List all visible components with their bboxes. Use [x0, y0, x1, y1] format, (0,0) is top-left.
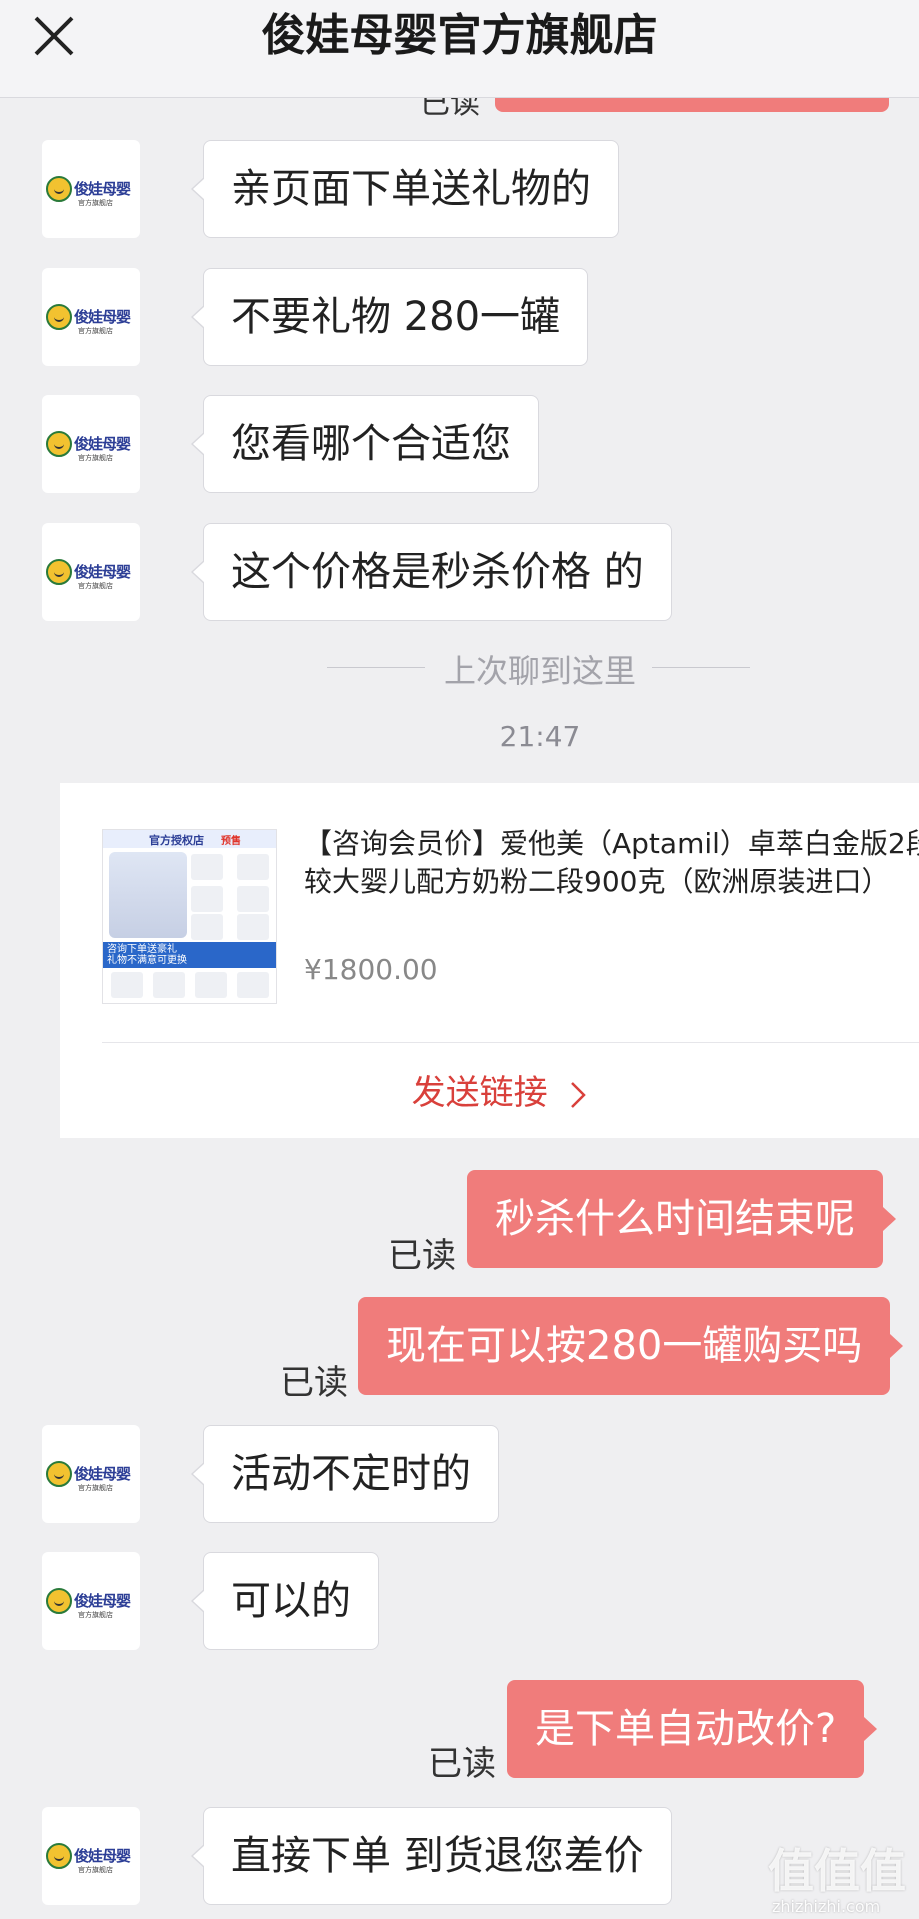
incoming-message[interactable]: 您看哪个合适您: [191, 395, 539, 493]
timestamp: 21:47: [499, 720, 581, 753]
shop-avatar[interactable]: 俊娃母婴 官方旗舰店: [42, 268, 140, 366]
shop-avatar[interactable]: 俊娃母婴 官方旗舰店: [42, 140, 140, 238]
shop-avatar[interactable]: 俊娃母婴 官方旗舰店: [42, 395, 140, 493]
incoming-message[interactable]: 这个价格是秒杀价格 的: [191, 523, 672, 621]
card-divider: [102, 1042, 919, 1043]
product-title[interactable]: 【咨询会员价】爱他美（Aptamil）卓萃白金版2段 较大婴儿配方奶粉二段900…: [304, 825, 919, 901]
shop-logo-icon: [46, 1843, 72, 1869]
send-link-button[interactable]: 发送链接: [60, 1065, 919, 1114]
shop-logo-icon: [46, 431, 72, 457]
outgoing-message[interactable]: 是下单自动改价?: [507, 1680, 878, 1778]
divider-line-right: [652, 667, 750, 668]
shop-avatar[interactable]: 俊娃母婴 官方旗舰店: [42, 1807, 140, 1905]
incoming-message[interactable]: 亲页面下单送礼物的: [191, 140, 619, 238]
incoming-message[interactable]: 不要礼物 280一罐: [190, 268, 589, 366]
page-title: 俊娃母婴官方旗舰店: [261, 10, 658, 61]
read-receipt: 已读: [428, 1744, 496, 1784]
incoming-message[interactable]: 直接下单 到货退您差价: [191, 1807, 672, 1905]
outgoing-message[interactable]: 秒杀什么时间结束呢: [467, 1170, 896, 1268]
incoming-message[interactable]: 可以的: [191, 1552, 379, 1650]
incoming-message[interactable]: 活动不定时的: [191, 1425, 499, 1523]
product-card[interactable]: 官方授权店 预售 咨询下单送豪礼 礼物不满意可更换 【咨询会员价】爱他美（Apt…: [60, 783, 919, 1138]
product-thumbnail[interactable]: 官方授权店 预售 咨询下单送豪礼 礼物不满意可更换: [102, 829, 277, 1004]
watermark: 值值值 zhizhizhi.com: [768, 1844, 906, 1916]
shop-logo-icon: [46, 304, 72, 330]
read-receipt: 已读: [388, 1236, 456, 1276]
shop-avatar[interactable]: 俊娃母婴 官方旗舰店: [42, 1425, 140, 1523]
outgoing-message[interactable]: 现在可以按280一罐购买吗: [358, 1297, 904, 1395]
shop-logo-icon: [46, 176, 72, 202]
chevron-right-icon: [571, 1081, 587, 1108]
read-receipt: 已读: [280, 1363, 348, 1403]
shop-avatar[interactable]: 俊娃母婴 官方旗舰店: [42, 523, 140, 621]
product-price: ¥1800.00: [304, 953, 438, 986]
shop-logo-icon: [46, 1588, 72, 1614]
divider-line-left: [327, 667, 425, 668]
shop-logo-icon: [46, 1461, 72, 1487]
history-divider-label: 上次聊到这里: [444, 652, 637, 690]
chat-header: 俊娃母婴官方旗舰店: [0, 0, 919, 98]
shop-logo-icon: [46, 559, 72, 585]
formula-can-image: [109, 852, 187, 938]
shop-avatar[interactable]: 俊娃母婴 官方旗舰店: [42, 1552, 140, 1650]
